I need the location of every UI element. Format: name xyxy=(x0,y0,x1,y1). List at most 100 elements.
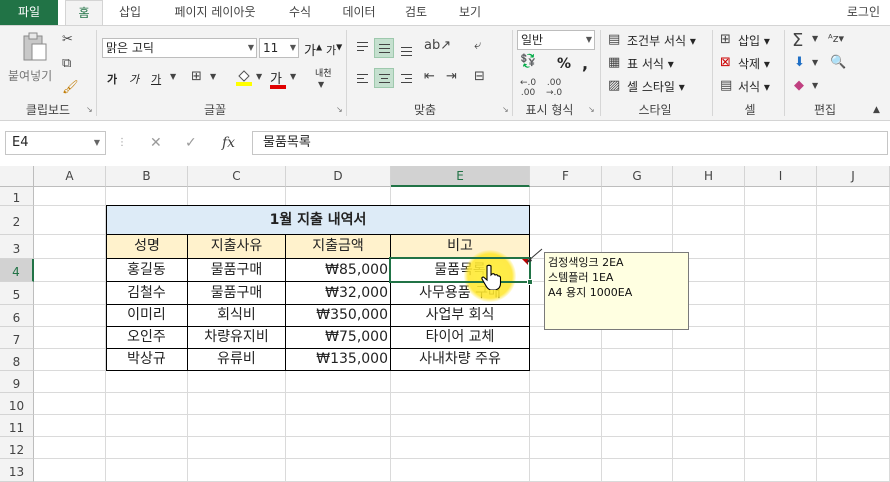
table-title[interactable]: 1월 지출 내역서 xyxy=(106,205,530,235)
table-cell[interactable]: ₩85,000 xyxy=(286,259,390,282)
cell-comment[interactable]: 검정색잉크 2EA 스템플러 1EA A4 용지 1000EA xyxy=(544,252,689,330)
column-header-e[interactable]: E xyxy=(391,166,530,187)
column-header-h[interactable]: H xyxy=(673,166,745,187)
tab-data[interactable]: 데이터 xyxy=(334,0,384,25)
align-bottom-button[interactable] xyxy=(396,38,416,58)
chevron-down-icon[interactable]: ▼ xyxy=(210,72,216,81)
fill-color-icon[interactable] xyxy=(236,68,252,90)
table-cell[interactable]: ₩350,000 xyxy=(286,305,390,327)
cancel-icon[interactable]: ✕ xyxy=(150,131,162,155)
table-cell[interactable]: 물품구매 xyxy=(188,259,285,282)
enter-icon[interactable]: ✓ xyxy=(185,131,197,155)
chevron-down-icon[interactable]: ▼ xyxy=(812,58,818,67)
phonetic-button[interactable]: 내천 xyxy=(315,66,332,79)
table-header-cell[interactable]: 지출사유 xyxy=(187,234,286,259)
clear-icon[interactable]: ◆ xyxy=(794,78,804,93)
italic-button[interactable]: 가 xyxy=(129,71,139,87)
table-cell[interactable]: 사업부 회식 xyxy=(391,305,529,327)
column-header-b[interactable]: B xyxy=(106,166,188,187)
row-header-13[interactable]: 13 xyxy=(0,459,34,482)
borders-icon[interactable]: ⊞ xyxy=(191,69,202,84)
table-cell[interactable]: ₩32,000 xyxy=(286,282,390,305)
conditional-format-icon[interactable]: ▤ xyxy=(608,32,620,47)
table-cell[interactable]: 사내차량 주유 xyxy=(391,349,529,371)
insert-function-button[interactable]: fx xyxy=(222,131,235,155)
row-header-3[interactable]: 3 xyxy=(0,235,34,259)
increase-decimal-icon[interactable]: ←.0.00 xyxy=(520,78,536,98)
table-cell[interactable]: 유류비 xyxy=(188,349,285,371)
tab-page-layout[interactable]: 페이지 레이아웃 xyxy=(162,0,268,25)
login-link[interactable]: 로그인 xyxy=(847,0,880,24)
row-header-2[interactable]: 2 xyxy=(0,206,34,235)
font-name-combo[interactable]: 맑은 고딕 ▼ xyxy=(102,38,257,58)
align-right-button[interactable] xyxy=(396,68,416,88)
row-header-9[interactable]: 9 xyxy=(0,371,34,393)
row-header-5[interactable]: 5 xyxy=(0,282,34,305)
align-middle-button[interactable] xyxy=(374,38,394,58)
select-all-corner[interactable] xyxy=(0,166,34,187)
formula-input[interactable]: 물품목록 xyxy=(252,131,888,155)
increase-font-icon[interactable]: 가▲ xyxy=(304,40,322,59)
row-header-12[interactable]: 12 xyxy=(0,437,34,459)
bold-button[interactable]: 가 xyxy=(107,71,117,87)
table-cell[interactable]: 타이어 교체 xyxy=(391,327,529,349)
tab-home[interactable]: 홈 xyxy=(65,0,103,26)
sort-filter-icon[interactable]: ᴬᴢ▾ xyxy=(828,32,844,45)
column-header-d[interactable]: D xyxy=(286,166,391,187)
find-select-icon[interactable]: 🔍 xyxy=(830,55,846,70)
table-header-cell[interactable]: 지출금액 xyxy=(285,234,391,259)
alignment-launcher-icon[interactable]: ↘ xyxy=(502,105,509,114)
orientation-icon[interactable]: ab↗ xyxy=(424,38,451,53)
column-header-f[interactable]: F xyxy=(530,166,602,187)
row-header-11[interactable]: 11 xyxy=(0,415,34,437)
table-cell[interactable]: ₩135,000 xyxy=(286,349,390,371)
table-header-cell[interactable]: 비고 xyxy=(390,234,530,259)
row-header-4[interactable]: 4 xyxy=(0,259,34,282)
align-center-button[interactable] xyxy=(374,68,394,88)
active-cell-selection[interactable] xyxy=(389,257,531,283)
paste-icon[interactable] xyxy=(20,32,48,61)
delete-cells-icon[interactable]: ⊠ xyxy=(720,55,731,70)
table-cell[interactable]: 이미리 xyxy=(106,305,187,327)
table-cell[interactable]: 김철수 xyxy=(106,282,187,305)
row-header-10[interactable]: 10 xyxy=(0,393,34,415)
format-cells-button[interactable]: 서식 ▾ xyxy=(738,78,770,95)
column-header-a[interactable]: A xyxy=(34,166,106,187)
row-header-1[interactable]: 1 xyxy=(0,187,34,206)
clipboard-launcher-icon[interactable]: ↘ xyxy=(86,105,93,114)
table-cell[interactable]: 홍길동 xyxy=(106,259,187,282)
decrease-decimal-icon[interactable]: .00 →.0 xyxy=(546,78,562,98)
insert-cells-button[interactable]: 삽입 ▾ xyxy=(738,32,770,49)
tab-formulas[interactable]: 수식 xyxy=(280,0,320,25)
underline-button[interactable]: 가 xyxy=(151,71,161,87)
delete-cells-button[interactable]: 삭제 ▾ xyxy=(738,55,770,72)
copy-icon[interactable]: ⧉ xyxy=(62,56,71,71)
comma-style-button[interactable]: , xyxy=(582,54,588,73)
paste-button[interactable]: 붙여넣기 xyxy=(8,67,52,84)
tab-insert[interactable]: 삽입 xyxy=(110,0,150,25)
wrap-text-icon[interactable]: ⤶ xyxy=(474,38,481,53)
fill-down-icon[interactable]: ⬇ xyxy=(794,55,805,70)
cell-styles-button[interactable]: 셀 스타일 ▾ xyxy=(627,78,685,95)
format-cells-icon[interactable]: ▤ xyxy=(720,78,732,93)
table-header-cell[interactable]: 성명 xyxy=(106,234,188,259)
tab-view[interactable]: 보기 xyxy=(450,0,490,25)
align-left-button[interactable] xyxy=(352,68,372,88)
accounting-format-icon[interactable]: 💱 xyxy=(520,54,536,69)
fill-handle[interactable] xyxy=(527,279,533,285)
row-header-7[interactable]: 7 xyxy=(0,327,34,349)
cut-icon[interactable]: ✂ xyxy=(62,32,73,47)
chevron-down-icon[interactable]: ▼ xyxy=(290,72,296,81)
tab-file[interactable]: 파일 xyxy=(0,0,58,25)
column-header-i[interactable]: I xyxy=(745,166,817,187)
table-cell[interactable]: 박상규 xyxy=(106,349,187,371)
format-as-table-button[interactable]: 표 서식 ▾ xyxy=(627,55,674,72)
chevron-down-icon[interactable]: ▼ xyxy=(170,72,176,81)
table-cell[interactable]: ₩75,000 xyxy=(286,327,390,349)
merge-center-icon[interactable]: ⊟ xyxy=(474,69,485,84)
chevron-down-icon[interactable]: ▼ xyxy=(318,80,324,89)
table-cell[interactable]: 물품구매 xyxy=(188,282,285,305)
name-box[interactable]: E4 ▼ xyxy=(5,131,106,155)
column-header-c[interactable]: C xyxy=(188,166,286,187)
decrease-font-icon[interactable]: 가▼ xyxy=(326,42,342,58)
